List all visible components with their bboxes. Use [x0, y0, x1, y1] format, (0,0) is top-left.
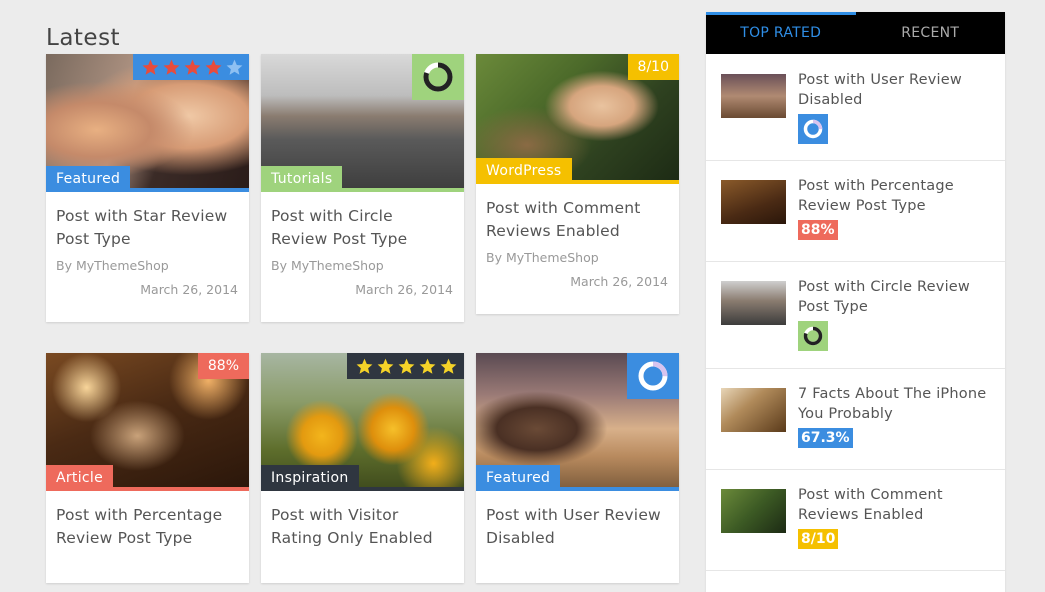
widget-thumbnail[interactable] — [721, 281, 786, 325]
category-label[interactable]: Article — [46, 465, 114, 491]
post-author[interactable]: By MyThemeShop — [476, 243, 679, 267]
category-label[interactable]: Featured — [476, 465, 561, 491]
percentage-badge: 88% — [197, 353, 249, 379]
section-title: Latest — [46, 25, 121, 52]
tab-recent[interactable]: RECENT — [856, 12, 1006, 54]
post-thumbnail[interactable]: 8/10 WordPress — [476, 54, 679, 184]
post-title[interactable]: Post with Visitor Rating Only Enabled — [261, 491, 464, 550]
star-icon — [356, 358, 373, 374]
widget-post-title[interactable]: 7 Facts About The iPhone You Probably — [798, 384, 988, 424]
post-title[interactable]: Post with User Review Disabled — [476, 491, 679, 550]
post-title[interactable]: Post with Star Review Post Type — [46, 192, 249, 251]
star-icon — [142, 59, 159, 75]
post-thumbnail[interactable]: Featured — [476, 353, 679, 491]
widget-tabs: TOP RATED RECENT — [706, 12, 1005, 54]
widget-post-title[interactable]: Post with Comment Reviews Enabled — [798, 485, 988, 525]
star-icon — [440, 358, 457, 374]
circle-progress-icon — [638, 361, 668, 391]
sidebar-widget: TOP RATED RECENT Post with User Review D… — [706, 12, 1005, 592]
widget-list-item[interactable]: Post with Comment Reviews Enabled 8/10 — [706, 470, 1005, 571]
category-label[interactable]: Inspiration — [261, 465, 359, 491]
post-thumbnail[interactable]: Tutorials — [261, 54, 464, 192]
widget-list-item[interactable]: 7 Facts About The iPhone You Probably 67… — [706, 369, 1005, 470]
star-icon — [205, 59, 222, 75]
circle-rating-badge — [798, 114, 828, 144]
widget-thumbnail[interactable] — [721, 489, 786, 533]
post-thumbnail[interactable]: 88% Article — [46, 353, 249, 491]
widget-thumbnail[interactable] — [721, 180, 786, 224]
post-author[interactable]: By MyThemeShop — [46, 251, 249, 275]
post-card-visitor-rating[interactable]: Inspiration Post with Visitor Rating Onl… — [261, 353, 464, 583]
widget-thumbnail[interactable] — [721, 74, 786, 118]
star-empty-icon — [226, 59, 243, 75]
score-badge: 8/10 — [627, 54, 679, 80]
post-card-user-review-disabled[interactable]: Featured Post with User Review Disabled — [476, 353, 679, 583]
category-label[interactable]: Featured — [46, 166, 131, 192]
tab-top-rated[interactable]: TOP RATED — [706, 12, 856, 54]
post-card-star-review[interactable]: Featured Post with Star Review Post Type… — [46, 54, 249, 322]
circle-rating-badge — [798, 321, 828, 351]
post-title[interactable]: Post with Circle Review Post Type — [261, 192, 464, 251]
widget-post-title[interactable]: Post with User Review Disabled — [798, 70, 988, 110]
post-date: March 26, 2014 — [355, 282, 453, 297]
circle-progress-icon — [803, 119, 823, 139]
star-icon — [398, 358, 415, 374]
score-badge: 8/10 — [798, 529, 839, 549]
circle-rating-badge — [627, 353, 679, 399]
circle-progress-icon — [423, 62, 453, 92]
post-card-comment-review[interactable]: 8/10 WordPress Post with Comment Reviews… — [476, 54, 679, 314]
star-icon — [163, 59, 180, 75]
post-title[interactable]: Post with Comment Reviews Enabled — [476, 184, 679, 243]
circle-rating-badge — [412, 54, 464, 100]
star-icon — [419, 358, 436, 374]
widget-list-item[interactable]: Post with Circle Review Post Type — [706, 262, 1005, 369]
post-author[interactable]: By MyThemeShop — [261, 251, 464, 275]
post-card-percentage-review[interactable]: 88% Article Post with Percentage Review … — [46, 353, 249, 583]
star-icon — [377, 358, 394, 374]
post-card-circle-review[interactable]: Tutorials Post with Circle Review Post T… — [261, 54, 464, 322]
post-title[interactable]: Post with Percentage Review Post Type — [46, 491, 249, 550]
widget-post-title[interactable]: Post with Circle Review Post Type — [798, 277, 988, 317]
circle-progress-icon — [803, 326, 823, 346]
widget-list-item[interactable]: Post with User Review Disabled — [706, 54, 1005, 161]
post-thumbnail[interactable]: Featured — [46, 54, 249, 192]
post-date: March 26, 2014 — [140, 282, 238, 297]
star-rating-badge — [133, 54, 249, 80]
category-label[interactable]: Tutorials — [261, 166, 343, 192]
star-rating-badge — [347, 353, 464, 379]
widget-thumbnail[interactable] — [721, 388, 786, 432]
star-icon — [184, 59, 201, 75]
widget-post-title[interactable]: Post with Percentage Review Post Type — [798, 176, 988, 216]
category-label[interactable]: WordPress — [476, 158, 572, 184]
post-thumbnail[interactable]: Inspiration — [261, 353, 464, 491]
percentage-badge: 67.3% — [798, 428, 853, 448]
widget-list-item[interactable]: Post with Percentage Review Post Type 88… — [706, 161, 1005, 262]
percentage-badge: 88% — [798, 220, 838, 240]
post-date: March 26, 2014 — [570, 274, 668, 289]
